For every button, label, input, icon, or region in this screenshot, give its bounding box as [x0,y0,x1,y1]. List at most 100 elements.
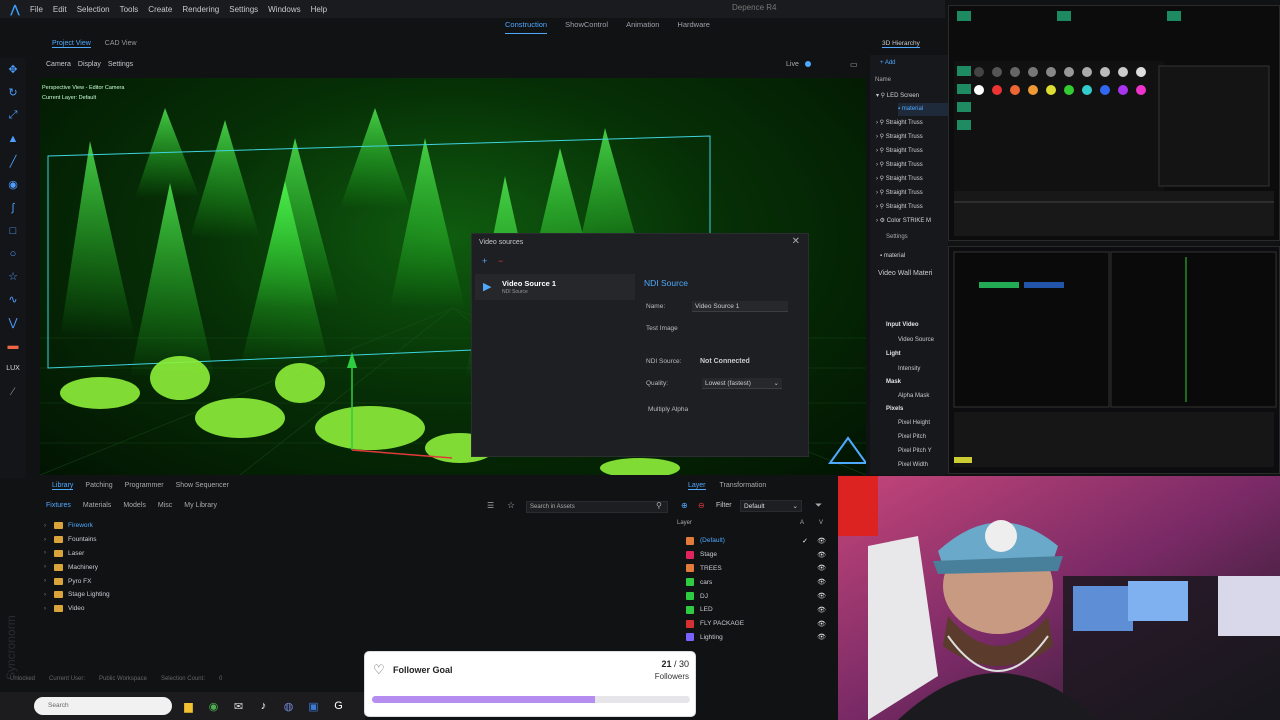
folder-pyro-fx[interactable]: › Pyro FX [44,574,110,588]
prop-intensity[interactable]: Intensity [898,363,920,376]
settings-menu[interactable]: Settings [108,61,133,68]
tab-show-sequencer[interactable]: Show Sequencer [176,482,229,490]
slash-tool-icon[interactable]: ⁄ [0,380,26,403]
tab-my-library[interactable]: My Library [184,502,217,509]
chevron-tool-icon[interactable]: ⋁ [0,311,26,334]
add-button[interactable]: + Add [880,57,896,70]
multiply-alpha-toggle[interactable]: Multiply Alpha [648,406,688,413]
add-icon[interactable]: + [482,256,487,266]
layer-row[interactable]: (Default) ✓ 👁 [686,534,836,548]
folder-machinery[interactable]: › Machinery [44,560,110,574]
menu-selection[interactable]: Selection [77,5,110,14]
taskbar-search[interactable]: Search [34,697,172,715]
layer-row[interactable]: Lighting 👁 [686,631,836,645]
folder-laser[interactable]: › Laser [44,547,110,561]
tree-item-led-screen[interactable]: ▾ ⚲ LED Screen [876,90,919,103]
tab-cad-view[interactable]: CAD View [105,40,137,48]
layer-row[interactable]: Stage 👁 [686,548,836,562]
remove-icon[interactable]: − [498,256,503,266]
maximize-icon[interactable]: ▭ [850,60,858,69]
square-tool-icon[interactable]: □ [0,219,26,242]
file-explorer-icon[interactable]: ▆ [180,698,197,715]
tab-materials[interactable]: Materials [83,502,111,509]
menu-settings[interactable]: Settings [229,5,258,14]
move-tool-icon[interactable]: ✥ [0,58,26,81]
tab-animation[interactable]: Animation [626,20,659,34]
tiktok-icon[interactable]: ♪ [255,698,272,715]
tab-layer[interactable]: Layer [688,482,706,490]
tab-programmer[interactable]: Programmer [125,482,164,490]
menu-help[interactable]: Help [311,5,327,14]
tree-item-truss-1[interactable]: › ⚲ Straight Truss [876,117,923,130]
star-tool-icon[interactable]: ☆ [0,265,26,288]
layer-row[interactable]: cars 👁 [686,575,836,589]
tab-hardware[interactable]: Hardware [677,20,710,34]
tree-item-color-strike[interactable]: › ⚙ Color STRIKE M [876,215,931,228]
favorite-star-icon[interactable]: ☆ [507,500,515,511]
menu-file[interactable]: File [30,5,43,14]
folder-fountains[interactable]: › Fountains [44,533,110,547]
quality-select[interactable]: Lowest (fastest) ⌄ [702,378,782,389]
circle-tool-icon[interactable]: ○ [0,242,26,265]
list-view-icon[interactable]: ☰ [487,501,494,510]
tree-item-truss-7[interactable]: › ⚲ Straight Truss [876,201,923,214]
tab-construction[interactable]: Construction [505,20,548,34]
prop-pixel-height[interactable]: Pixel Height [898,417,930,430]
prop-pixel-pitch-y[interactable]: Pixel Pitch Y [898,445,932,458]
folder-video[interactable]: › Video [44,602,110,616]
camera-menu[interactable]: Camera [46,61,71,68]
tree-item-material[interactable]: ▪ material [898,103,948,116]
curve-tool-icon[interactable]: ∫ [0,196,26,219]
wave-tool-icon[interactable]: ∿ [0,288,26,311]
scale-tool-icon[interactable]: ⤢ [0,104,26,127]
asset-search-input[interactable]: Search in Assets [526,501,668,513]
line-tool-icon[interactable]: ╱ [0,150,26,173]
tree-item-truss-6[interactable]: › ⚲ Straight Truss [876,187,923,200]
layer-row[interactable]: LED 👁 [686,603,836,617]
tab-library[interactable]: Library [52,482,74,490]
rotate-tool-icon[interactable]: ↻ [0,81,26,104]
layer-row[interactable]: DJ 👁 [686,589,836,603]
display-menu[interactable]: Display [78,61,101,68]
menu-create[interactable]: Create [148,5,172,14]
prop-pixel-width[interactable]: Pixel Width [898,459,928,472]
prop-video-source[interactable]: Video Source [898,334,934,347]
search-icon[interactable]: ⚲ [656,501,662,510]
filter-icon[interactable]: ⏷ [815,500,822,511]
prop-pixel-pitch[interactable]: Pixel Pitch [898,431,926,444]
app-logo-icon[interactable]: ⋀ [0,3,30,16]
live-toggle[interactable]: Live [786,61,811,68]
tree-item-truss-3[interactable]: › ⚲ Straight Truss [876,145,923,158]
folder-firework[interactable]: › Firework [44,519,110,533]
layer-row[interactable]: TREES 👁 [686,562,836,576]
folder-stage-lighting[interactable]: › Stage Lighting [44,588,110,602]
tab-showcontrol[interactable]: ShowControl [565,20,608,34]
tab-3d-hierarchy[interactable]: 3D Hierarchy [882,40,920,48]
menu-tools[interactable]: Tools [120,5,139,14]
tree-item-truss-5[interactable]: › ⚲ Straight Truss [876,173,923,186]
menu-windows[interactable]: Windows [268,5,300,14]
tree-item-truss-2[interactable]: › ⚲ Straight Truss [876,131,923,144]
test-image-toggle[interactable]: Test Image [646,325,678,332]
triangle-tool-icon[interactable]: ▲ [0,127,26,150]
name-input[interactable]: Video Source 1 [692,301,788,312]
close-icon[interactable]: ✕ [792,236,800,247]
prop-alpha-mask[interactable]: Alpha Mask [898,390,929,403]
delete-layer-icon[interactable]: ⊖ [698,501,705,510]
mail-icon[interactable]: ✉ [230,698,247,715]
lux-tool-icon[interactable]: LUX [0,357,26,380]
menu-edit[interactable]: Edit [53,5,67,14]
tab-misc[interactable]: Misc [158,502,172,509]
tab-models[interactable]: Models [123,502,146,509]
tree-item-truss-4[interactable]: › ⚲ Straight Truss [876,159,923,172]
tab-patching[interactable]: Patching [85,482,112,490]
tab-project-view[interactable]: Project View [52,40,91,48]
app-icon[interactable]: ▣ [305,698,322,715]
filter-select[interactable]: Default ⌄ [740,500,802,512]
add-layer-icon[interactable]: ⊕ [681,501,688,510]
fill-tool-icon[interactable]: ◉ [0,173,26,196]
light-tool-icon[interactable]: ▬ [0,334,26,357]
settings-tab[interactable]: Settings [886,231,908,244]
tab-transformation[interactable]: Transformation [720,482,767,490]
menu-rendering[interactable]: Rendering [182,5,219,14]
